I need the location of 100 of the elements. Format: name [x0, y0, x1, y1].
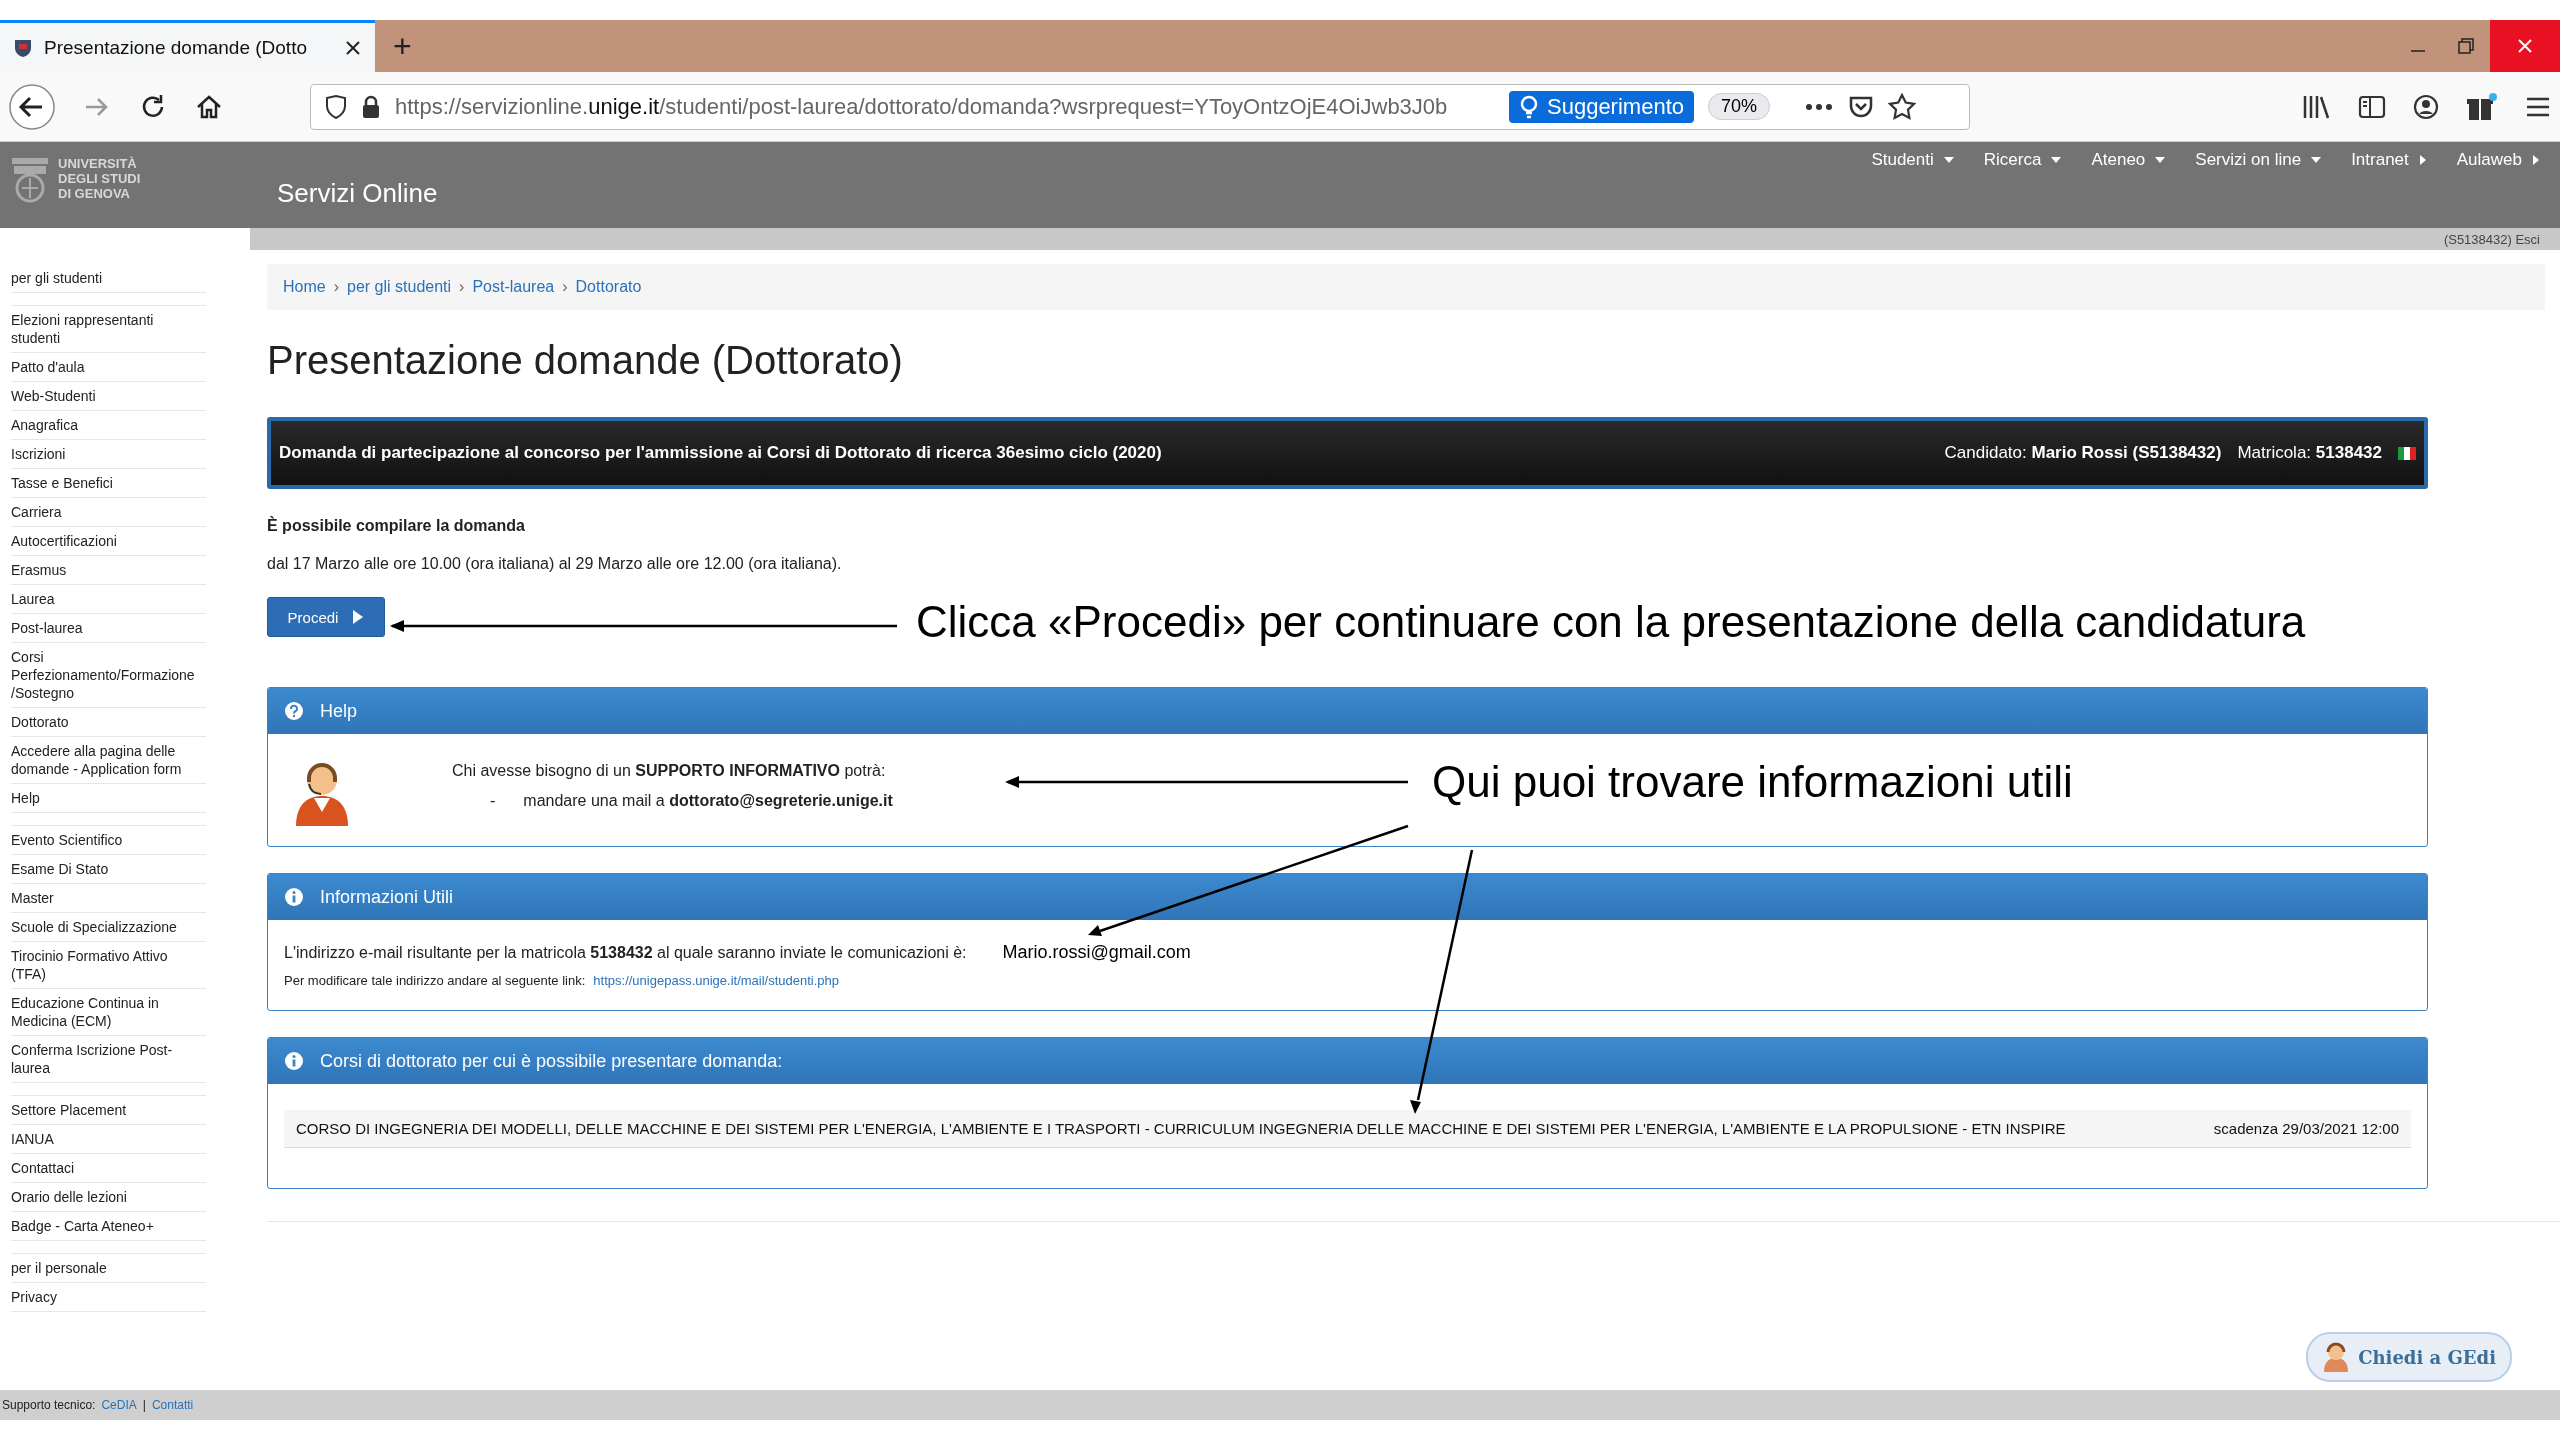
italian-flag-icon	[2398, 446, 2416, 460]
matricola-text: Matricola: 5138432	[2237, 443, 2382, 463]
notice-dates: dal 17 Marzo alle ore 10.00 (ora italiana) al 29 Marzo alle ore 12.00 (ora italiana).	[267, 555, 843, 573]
sidebar-link[interactable]: Iscrizioni	[11, 440, 206, 469]
crest-icon	[10, 156, 50, 204]
help-email-text: mandare una mail a dottorato@segreterie.unige.it	[523, 792, 893, 810]
sidebar-link[interactable]: Evento Scientifico	[11, 826, 206, 855]
proceed-button[interactable]: Procedi	[267, 597, 385, 637]
star-icon[interactable]	[1888, 92, 1916, 121]
breadcrumb-separator: ›	[459, 278, 465, 296]
panel-title: Informazioni Utili	[320, 886, 454, 908]
shield-icon	[325, 94, 347, 119]
new-tab-button[interactable]: +	[375, 20, 430, 72]
sidebar-link[interactable]: Educazione Continua in Medicina (ECM)	[11, 989, 206, 1036]
logo-text: DI GENOVA	[58, 186, 131, 201]
footer-label: Supporto tecnico:	[2, 1398, 96, 1412]
sidebar-link[interactable]: Contattaci	[11, 1154, 206, 1183]
nav-menu-item[interactable]: Servizi on line	[2195, 150, 2322, 170]
email-value: Mario.rossi@gmail.com	[1002, 942, 1191, 963]
bullet-dash: -	[490, 792, 496, 810]
sidebar-link[interactable]: Privacy	[11, 1283, 206, 1312]
logo-text: DEGLI STUDI	[58, 171, 141, 186]
logo-text: UNIVERSITÀ	[58, 156, 138, 171]
breadcrumb-link[interactable]: per gli studenti	[347, 278, 452, 296]
sidebar-link[interactable]: Accedere alla pagina delle domande - Application form	[11, 737, 206, 784]
annotation-text: Clicca «Procedi» per continuare con la presentazione della candidatura	[916, 600, 2306, 644]
breadcrumb-link[interactable]: Post-laurea	[472, 278, 555, 296]
nav-menu-item[interactable]: Ricerca	[1983, 150, 2062, 170]
breadcrumb-separator: ›	[333, 278, 339, 296]
sidebar-link[interactable]: Erasmus	[11, 556, 206, 585]
sidebar-link[interactable]: Web-Studenti	[11, 382, 206, 411]
more-icon[interactable]	[1804, 101, 1834, 112]
sidebar-link[interactable]: Patto d'aula	[11, 353, 206, 382]
sidebar-link[interactable]: per gli studenti	[11, 264, 206, 293]
candidate-text: Candidato: Mario Rossi (S5138432)	[1944, 443, 2222, 463]
sidebar-link[interactable]: Tirocinio Formativo Attivo (TFA)	[11, 942, 206, 989]
url-text: https://servizionline.unige.it/studenti/post-laurea/dottorato/domanda?wsrprequest=YToyOntzOjE4OiJwb3J0b	[395, 93, 1449, 120]
restore-icon[interactable]	[2456, 36, 2476, 56]
note-text: Per modificare tale indirizzo andare al seguente link:	[284, 973, 586, 988]
banner-title: Domanda di partecipazione al concorso per l'ammissione ai Corsi di Dottorato di ricerca 36esimo ciclo (2020)	[279, 443, 1162, 463]
sidebar-link[interactable]: Scuole di Specializzazione	[11, 913, 206, 942]
breadcrumb-separator: ›	[562, 278, 568, 296]
email-settings-link[interactable]: https://unigepass.unige.it/mail/studenti.php	[593, 973, 840, 988]
sidebar-link[interactable]: Help	[11, 784, 206, 813]
close-tab-icon[interactable]	[345, 39, 361, 56]
breadcrumb-link[interactable]: Dottorato	[575, 278, 642, 296]
suggestion-button[interactable]: Suggerimento	[1509, 90, 1694, 123]
lock-icon	[361, 94, 381, 119]
footer-separator: |	[142, 1398, 146, 1412]
annotation-text: Qui puoi trovare informazioni utili	[1432, 760, 2073, 804]
course-name: CORSO DI INGEGNERIA DEI MODELLI, DELLE MACCHINE E DEI SISTEMI PER L'ENERGIA, L'AMBIENTE E I TRASPORTI - CURRICULUM INGEGNERIA DELLE MACCHINE E DEI SISTEMI PER L'ENERGIA, L'AMBIENTE E LA PROPULSIONE - ETN INSPIRE	[296, 1120, 2066, 1137]
info-icon	[284, 1051, 304, 1071]
sidebar-link[interactable]: Dottorato	[11, 708, 206, 737]
sidebar-link[interactable]: Settore Placement	[11, 1096, 206, 1125]
sidebar-link[interactable]: Esame Di Stato	[11, 855, 206, 884]
account-icon[interactable]	[2412, 92, 2440, 121]
sidebar-link[interactable]: Elezioni rappresentanti studenti	[11, 306, 206, 353]
sidebar-link[interactable]: Corsi Perfezionamento/Formazione /Sostegno	[11, 643, 206, 708]
sidebar-link[interactable]: per il personale	[11, 1254, 206, 1283]
help-text: Chi avesse bisogno di un SUPPORTO INFORMATIVO potrà:	[452, 762, 887, 780]
nav-menu-item[interactable]: Ateneo	[2091, 150, 2166, 170]
sidebar-link[interactable]: Laurea	[11, 585, 206, 614]
gift-icon[interactable]	[2466, 91, 2498, 122]
sidebar-link[interactable]: Badge - Carta Ateneo+	[11, 1212, 206, 1241]
browser-tab[interactable]: Presentazione domande (Dotto	[0, 20, 375, 72]
nav-menu-item[interactable]: Aulaweb	[2456, 150, 2540, 170]
sidebar-link[interactable]: Orario delle lezioni	[11, 1183, 206, 1212]
sidebar-link[interactable]: Autocertificazioni	[11, 527, 206, 556]
sidebar-icon[interactable]	[2358, 93, 2386, 120]
address-bar[interactable]: https://servizionline.unige.it/studenti/post-laurea/dottorato/domanda?wsrprequest=YToyOntzOjE4OiJwb3J0b Suggerimento 70%	[310, 83, 1970, 130]
page-title: Presentazione domande (Dottorato)	[267, 338, 904, 383]
sidebar-link[interactable]: Carriera	[11, 498, 206, 527]
sidebar-link[interactable]: Tasse e Benefici	[11, 469, 206, 498]
tab-title: Presentazione domande (Dotto	[44, 36, 308, 59]
panel-title: Corsi di dottorato per cui è possibile presentare domanda:	[320, 1050, 783, 1072]
course-deadline: scadenza 29/03/2021 12:00	[2213, 1120, 2399, 1137]
email-info-text: L'indirizzo e-mail risultante per la matricola 5138432 al quale saranno inviate le comunicazioni è:	[284, 944, 967, 962]
nav-menu-item[interactable]: Studenti	[1871, 150, 1954, 170]
course-row[interactable]	[284, 1110, 2411, 1148]
chat-button[interactable]: Chiedi a GEdi	[2306, 1332, 2512, 1382]
shield-icon	[14, 37, 32, 58]
back-icon[interactable]	[8, 82, 56, 131]
close-icon	[2516, 37, 2534, 55]
person-icon	[2322, 1342, 2351, 1372]
sidebar-link[interactable]: Master	[11, 884, 206, 913]
sidebar-link[interactable]: IANUA	[11, 1125, 206, 1154]
panel-title: Help	[320, 700, 358, 722]
lightbulb-icon	[1519, 94, 1539, 119]
breadcrumb-link[interactable]: Home	[283, 278, 326, 296]
help-icon	[284, 701, 304, 721]
zoom-badge[interactable]: 70%	[1708, 93, 1770, 120]
notice-title: È possibile compilare la domanda	[267, 517, 526, 535]
play-icon	[352, 610, 365, 624]
logout-link[interactable]: (S5138432) Esci	[2443, 231, 2540, 247]
site-title: Servizi Online	[277, 178, 438, 209]
sidebar-link[interactable]: Anagrafica	[11, 411, 206, 440]
nav-menu-item[interactable]: Intranet	[2351, 150, 2427, 170]
sidebar-link[interactable]: Conferma Iscrizione Post-laurea	[11, 1036, 206, 1083]
info-icon	[284, 887, 304, 907]
sidebar-link[interactable]: Post-laurea	[11, 614, 206, 643]
